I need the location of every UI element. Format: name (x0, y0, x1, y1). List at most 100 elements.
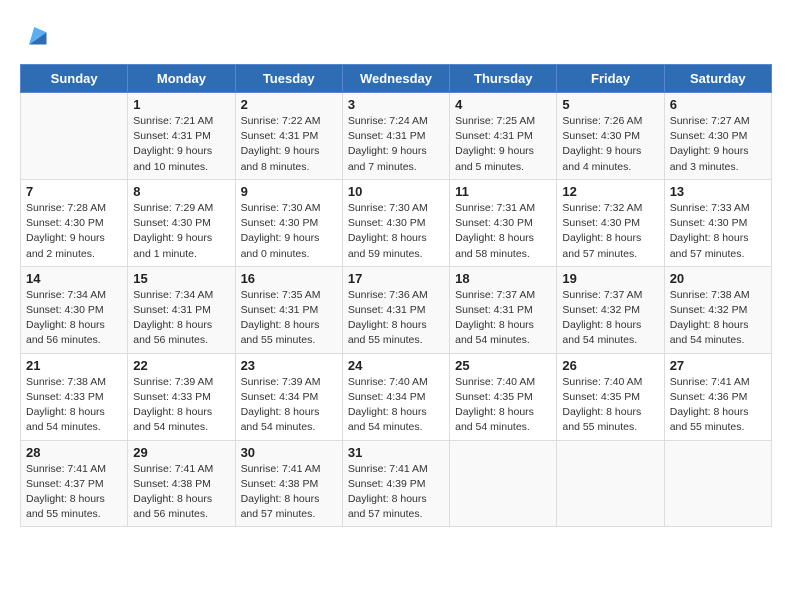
day-number: 18 (455, 271, 551, 286)
cell-sun-info: Sunrise: 7:22 AMSunset: 4:31 PMDaylight:… (241, 114, 337, 175)
cell-sun-info: Sunrise: 7:41 AMSunset: 4:38 PMDaylight:… (133, 462, 229, 523)
calendar-table: SundayMondayTuesdayWednesdayThursdayFrid… (20, 64, 772, 527)
cell-sun-info: Sunrise: 7:31 AMSunset: 4:30 PMDaylight:… (455, 201, 551, 262)
week-row-1: 1 Sunrise: 7:21 AMSunset: 4:31 PMDaylight… (21, 93, 772, 180)
weekday-monday: Monday (128, 65, 235, 93)
weekday-saturday: Saturday (664, 65, 771, 93)
weekday-tuesday: Tuesday (235, 65, 342, 93)
day-number: 12 (562, 184, 658, 199)
week-row-2: 7 Sunrise: 7:28 AMSunset: 4:30 PMDaylight… (21, 179, 772, 266)
calendar-cell: 8Sunrise: 7:29 AMSunset: 4:30 PMDaylight… (128, 179, 235, 266)
cell-sun-info: Sunrise: 7:30 AMSunset: 4:30 PMDaylight:… (241, 201, 337, 262)
day-number: 21 (26, 358, 122, 373)
day-number: 27 (670, 358, 766, 373)
cell-sun-info: Sunrise: 7:35 AMSunset: 4:31 PMDaylight:… (241, 288, 337, 349)
calendar-cell: 20Sunrise: 7:38 AMSunset: 4:32 PMDayligh… (664, 266, 771, 353)
calendar-cell: 23 Sunrise: 7:39 AMSunset: 4:34 PMDayligh… (235, 353, 342, 440)
day-number: 19 (562, 271, 658, 286)
cell-sun-info: Sunrise: 7:34 AMSunset: 4:30 PMDaylight:… (26, 288, 122, 349)
weekday-thursday: Thursday (450, 65, 557, 93)
cell-sun-info: Sunrise: 7:36 AMSunset: 4:31 PMDaylight:… (348, 288, 444, 349)
page-header (20, 20, 772, 48)
cell-sun-info: Sunrise: 7:37 AMSunset: 4:31 PMDaylight:… (455, 288, 551, 349)
calendar-cell: 17 Sunrise: 7:36 AMSunset: 4:31 PMDayligh… (342, 266, 449, 353)
day-number: 29 (133, 445, 229, 460)
day-number: 9 (241, 184, 337, 199)
day-number: 15 (133, 271, 229, 286)
cell-sun-info: Sunrise: 7:38 AMSunset: 4:33 PMDaylight:… (26, 375, 122, 436)
day-number: 30 (241, 445, 337, 460)
logo (20, 20, 50, 48)
cell-sun-info: Sunrise: 7:40 AMSunset: 4:34 PMDaylight:… (348, 375, 444, 436)
cell-sun-info: Sunrise: 7:26 AMSunset: 4:30 PMDaylight:… (562, 114, 658, 175)
day-number: 8 (133, 184, 229, 199)
weekday-friday: Friday (557, 65, 664, 93)
cell-sun-info: Sunrise: 7:41 AMSunset: 4:39 PMDaylight:… (348, 462, 444, 523)
cell-sun-info: Sunrise: 7:41 AMSunset: 4:37 PMDaylight:… (26, 462, 122, 523)
calendar-cell: 1 Sunrise: 7:21 AMSunset: 4:31 PMDaylight… (128, 93, 235, 180)
calendar-cell: 24 Sunrise: 7:40 AMSunset: 4:34 PMDayligh… (342, 353, 449, 440)
calendar-body: 1 Sunrise: 7:21 AMSunset: 4:31 PMDaylight… (21, 93, 772, 527)
calendar-cell: 29 Sunrise: 7:41 AMSunset: 4:38 PMDayligh… (128, 440, 235, 527)
logo-icon (22, 20, 50, 48)
cell-sun-info: Sunrise: 7:28 AMSunset: 4:30 PMDaylight:… (26, 201, 122, 262)
day-number: 17 (348, 271, 444, 286)
calendar-cell: 4 Sunrise: 7:25 AMSunset: 4:31 PMDaylight… (450, 93, 557, 180)
cell-sun-info: Sunrise: 7:30 AMSunset: 4:30 PMDaylight:… (348, 201, 444, 262)
calendar-cell (557, 440, 664, 527)
weekday-wednesday: Wednesday (342, 65, 449, 93)
cell-sun-info: Sunrise: 7:33 AMSunset: 4:30 PMDaylight:… (670, 201, 766, 262)
cell-sun-info: Sunrise: 7:39 AMSunset: 4:33 PMDaylight:… (133, 375, 229, 436)
day-number: 4 (455, 97, 551, 112)
calendar-cell: 15Sunrise: 7:34 AMSunset: 4:31 PMDayligh… (128, 266, 235, 353)
calendar-cell: 6Sunrise: 7:27 AMSunset: 4:30 PMDaylight… (664, 93, 771, 180)
day-number: 28 (26, 445, 122, 460)
calendar-cell: 5 Sunrise: 7:26 AMSunset: 4:30 PMDaylight… (557, 93, 664, 180)
week-row-4: 21 Sunrise: 7:38 AMSunset: 4:33 PMDayligh… (21, 353, 772, 440)
cell-sun-info: Sunrise: 7:25 AMSunset: 4:31 PMDaylight:… (455, 114, 551, 175)
weekday-sunday: Sunday (21, 65, 128, 93)
cell-sun-info: Sunrise: 7:39 AMSunset: 4:34 PMDaylight:… (241, 375, 337, 436)
day-number: 3 (348, 97, 444, 112)
weekday-header-row: SundayMondayTuesdayWednesdayThursdayFrid… (21, 65, 772, 93)
calendar-cell: 25 Sunrise: 7:40 AMSunset: 4:35 PMDayligh… (450, 353, 557, 440)
cell-sun-info: Sunrise: 7:41 AMSunset: 4:36 PMDaylight:… (670, 375, 766, 436)
day-number: 1 (133, 97, 229, 112)
day-number: 24 (348, 358, 444, 373)
day-number: 23 (241, 358, 337, 373)
calendar-cell: 9 Sunrise: 7:30 AMSunset: 4:30 PMDaylight… (235, 179, 342, 266)
day-number: 13 (670, 184, 766, 199)
calendar-cell: 18 Sunrise: 7:37 AMSunset: 4:31 PMDayligh… (450, 266, 557, 353)
calendar-cell: 10 Sunrise: 7:30 AMSunset: 4:30 PMDayligh… (342, 179, 449, 266)
calendar-cell: 30 Sunrise: 7:41 AMSunset: 4:38 PMDayligh… (235, 440, 342, 527)
cell-sun-info: Sunrise: 7:40 AMSunset: 4:35 PMDaylight:… (562, 375, 658, 436)
day-number: 5 (562, 97, 658, 112)
calendar-cell: 28 Sunrise: 7:41 AMSunset: 4:37 PMDayligh… (21, 440, 128, 527)
cell-sun-info: Sunrise: 7:21 AMSunset: 4:31 PMDaylight:… (133, 114, 229, 175)
day-number: 26 (562, 358, 658, 373)
cell-sun-info: Sunrise: 7:32 AMSunset: 4:30 PMDaylight:… (562, 201, 658, 262)
day-number: 31 (348, 445, 444, 460)
calendar-cell: 19 Sunrise: 7:37 AMSunset: 4:32 PMDayligh… (557, 266, 664, 353)
day-number: 16 (241, 271, 337, 286)
calendar-cell: 31 Sunrise: 7:41 AMSunset: 4:39 PMDayligh… (342, 440, 449, 527)
day-number: 25 (455, 358, 551, 373)
day-number: 7 (26, 184, 122, 199)
calendar-cell: 27 Sunrise: 7:41 AMSunset: 4:36 PMDayligh… (664, 353, 771, 440)
calendar-cell (450, 440, 557, 527)
calendar-cell (21, 93, 128, 180)
day-number: 2 (241, 97, 337, 112)
cell-sun-info: Sunrise: 7:37 AMSunset: 4:32 PMDaylight:… (562, 288, 658, 349)
day-number: 22 (133, 358, 229, 373)
calendar-cell: 7 Sunrise: 7:28 AMSunset: 4:30 PMDaylight… (21, 179, 128, 266)
day-number: 10 (348, 184, 444, 199)
calendar-cell: 14 Sunrise: 7:34 AMSunset: 4:30 PMDayligh… (21, 266, 128, 353)
cell-sun-info: Sunrise: 7:24 AMSunset: 4:31 PMDaylight:… (348, 114, 444, 175)
calendar-cell: 2 Sunrise: 7:22 AMSunset: 4:31 PMDaylight… (235, 93, 342, 180)
calendar-cell: 21 Sunrise: 7:38 AMSunset: 4:33 PMDayligh… (21, 353, 128, 440)
cell-sun-info: Sunrise: 7:40 AMSunset: 4:35 PMDaylight:… (455, 375, 551, 436)
cell-sun-info: Sunrise: 7:41 AMSunset: 4:38 PMDaylight:… (241, 462, 337, 523)
day-number: 14 (26, 271, 122, 286)
day-number: 20 (670, 271, 766, 286)
cell-sun-info: Sunrise: 7:27 AMSunset: 4:30 PMDaylight:… (670, 114, 766, 175)
